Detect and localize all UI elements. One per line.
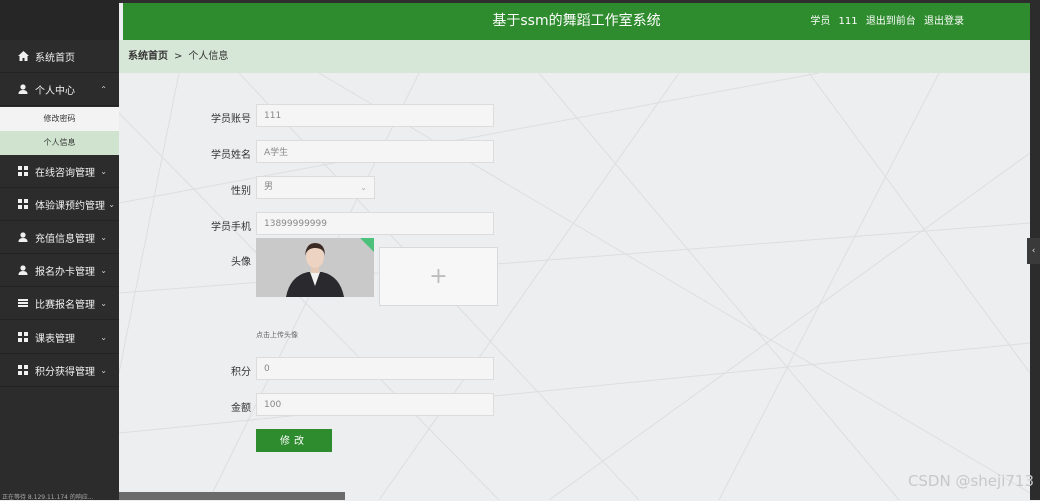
grid-icon xyxy=(17,365,29,375)
breadcrumb-home-link[interactable]: 系统首页 xyxy=(128,51,168,62)
account-label: 学员账号 xyxy=(211,114,251,125)
gender-label: 性别 xyxy=(231,186,251,197)
sidebar-item-points[interactable]: 积分获得管理 ⌄ xyxy=(0,354,119,387)
sidebar-item-label: 比赛报名管理 xyxy=(35,299,95,311)
user-icon xyxy=(17,265,29,275)
avatar-upload-button[interactable]: + xyxy=(379,247,498,306)
watermark: CSDN @sheji713 xyxy=(907,472,1034,490)
chevron-down-icon: ⌄ xyxy=(100,232,107,242)
points-label: 积分 xyxy=(231,367,251,378)
phone-input[interactable] xyxy=(256,212,494,235)
sidebar-item-trial-booking[interactable]: 体验课预约管理 ⌄ xyxy=(0,188,119,221)
user-role: 学员 xyxy=(810,16,831,27)
list-icon xyxy=(17,298,29,308)
avatar-image xyxy=(256,238,374,297)
grid-icon xyxy=(17,332,29,342)
sidebar-item-label: 积分获得管理 xyxy=(35,366,95,378)
chevron-down-icon: ⌄ xyxy=(108,199,115,209)
sidebar-item-recharge[interactable]: 充值信息管理 ⌄ xyxy=(0,221,119,254)
chevron-down-icon: ⌄ xyxy=(100,365,107,375)
chevron-down-icon: ⌄ xyxy=(100,332,107,342)
sidebar-item-label: 在线咨询管理 xyxy=(35,167,95,179)
user-icon xyxy=(17,232,29,242)
gender-selected-value: 男 xyxy=(264,182,274,192)
avatar-label: 头像 xyxy=(231,257,251,268)
amount-input[interactable] xyxy=(256,393,494,416)
chevron-down-icon: ⌄ xyxy=(100,166,107,176)
sidebar-item-home[interactable]: 系统首页 xyxy=(0,40,119,73)
gender-select[interactable]: 男 ⌄ xyxy=(256,176,375,199)
sidebar-item-label: 报名办卡管理 xyxy=(35,266,95,278)
amount-label: 金额 xyxy=(231,403,251,414)
home-icon xyxy=(17,51,29,61)
name-label: 学员姓名 xyxy=(211,150,251,161)
breadcrumb: 系统首页 > 个人信息 xyxy=(119,40,1030,73)
chevron-left-icon: ‹ xyxy=(1031,246,1036,256)
sidebar-item-online-consult[interactable]: 在线咨询管理 ⌄ xyxy=(0,155,119,188)
breadcrumb-current: 个人信息 xyxy=(188,51,229,62)
sidebar-item-schedule[interactable]: 课表管理 ⌄ xyxy=(0,321,119,354)
sidebar-item-competition[interactable]: 比赛报名管理 ⌄ xyxy=(0,287,119,320)
chevron-down-icon: ⌄ xyxy=(100,265,107,275)
sidebar-brand-area xyxy=(0,0,119,40)
chevron-down-icon: ⌄ xyxy=(360,183,367,192)
chevron-up-icon: ⌃ xyxy=(100,84,107,94)
plus-icon: + xyxy=(429,264,448,289)
sidebar-subitem-change-password[interactable]: 修改密码 xyxy=(0,107,119,131)
sidebar-subitem-personal-info[interactable]: 个人信息 xyxy=(0,131,119,155)
username: 111 xyxy=(838,16,858,27)
sidebar-item-label: 课表管理 xyxy=(35,333,75,345)
chevron-down-icon: ⌄ xyxy=(100,298,107,308)
sidebar-item-personal-center[interactable]: 个人中心 ⌃ xyxy=(0,73,119,106)
sidebar: 系统首页 个人中心 ⌃ 修改密码 个人信息 在线咨询管理 ⌄ 体验课预约管理 ⌄… xyxy=(0,0,119,501)
user-links: 学员 111 退出到前台 退出登录 xyxy=(805,3,964,40)
logout-link[interactable]: 退出登录 xyxy=(924,16,964,27)
user-icon xyxy=(17,84,29,94)
sidebar-item-label: 充值信息管理 xyxy=(35,233,95,245)
sidebar-item-label: 系统首页 xyxy=(35,52,75,64)
grid-icon xyxy=(17,199,29,209)
sidebar-item-label: 体验课预约管理 xyxy=(35,200,105,212)
points-input[interactable] xyxy=(256,357,494,380)
grid-icon xyxy=(17,166,29,176)
submit-button[interactable]: 修改 xyxy=(256,429,332,452)
account-input[interactable] xyxy=(256,104,494,127)
breadcrumb-separator: > xyxy=(174,51,183,62)
name-input[interactable] xyxy=(256,140,494,163)
top-header: 基于ssm的舞蹈工作室系统 学员 111 退出到前台 退出登录 xyxy=(123,3,1030,40)
upload-hint: 点击上传头像 xyxy=(256,331,298,339)
back-to-frontend-link[interactable]: 退出到前台 xyxy=(866,16,916,27)
bottom-scrollbar[interactable] xyxy=(119,492,345,500)
phone-label: 学员手机 xyxy=(211,222,251,233)
sidebar-item-membership-card[interactable]: 报名办卡管理 ⌄ xyxy=(0,254,119,287)
sidebar-item-label: 个人中心 xyxy=(35,85,75,97)
